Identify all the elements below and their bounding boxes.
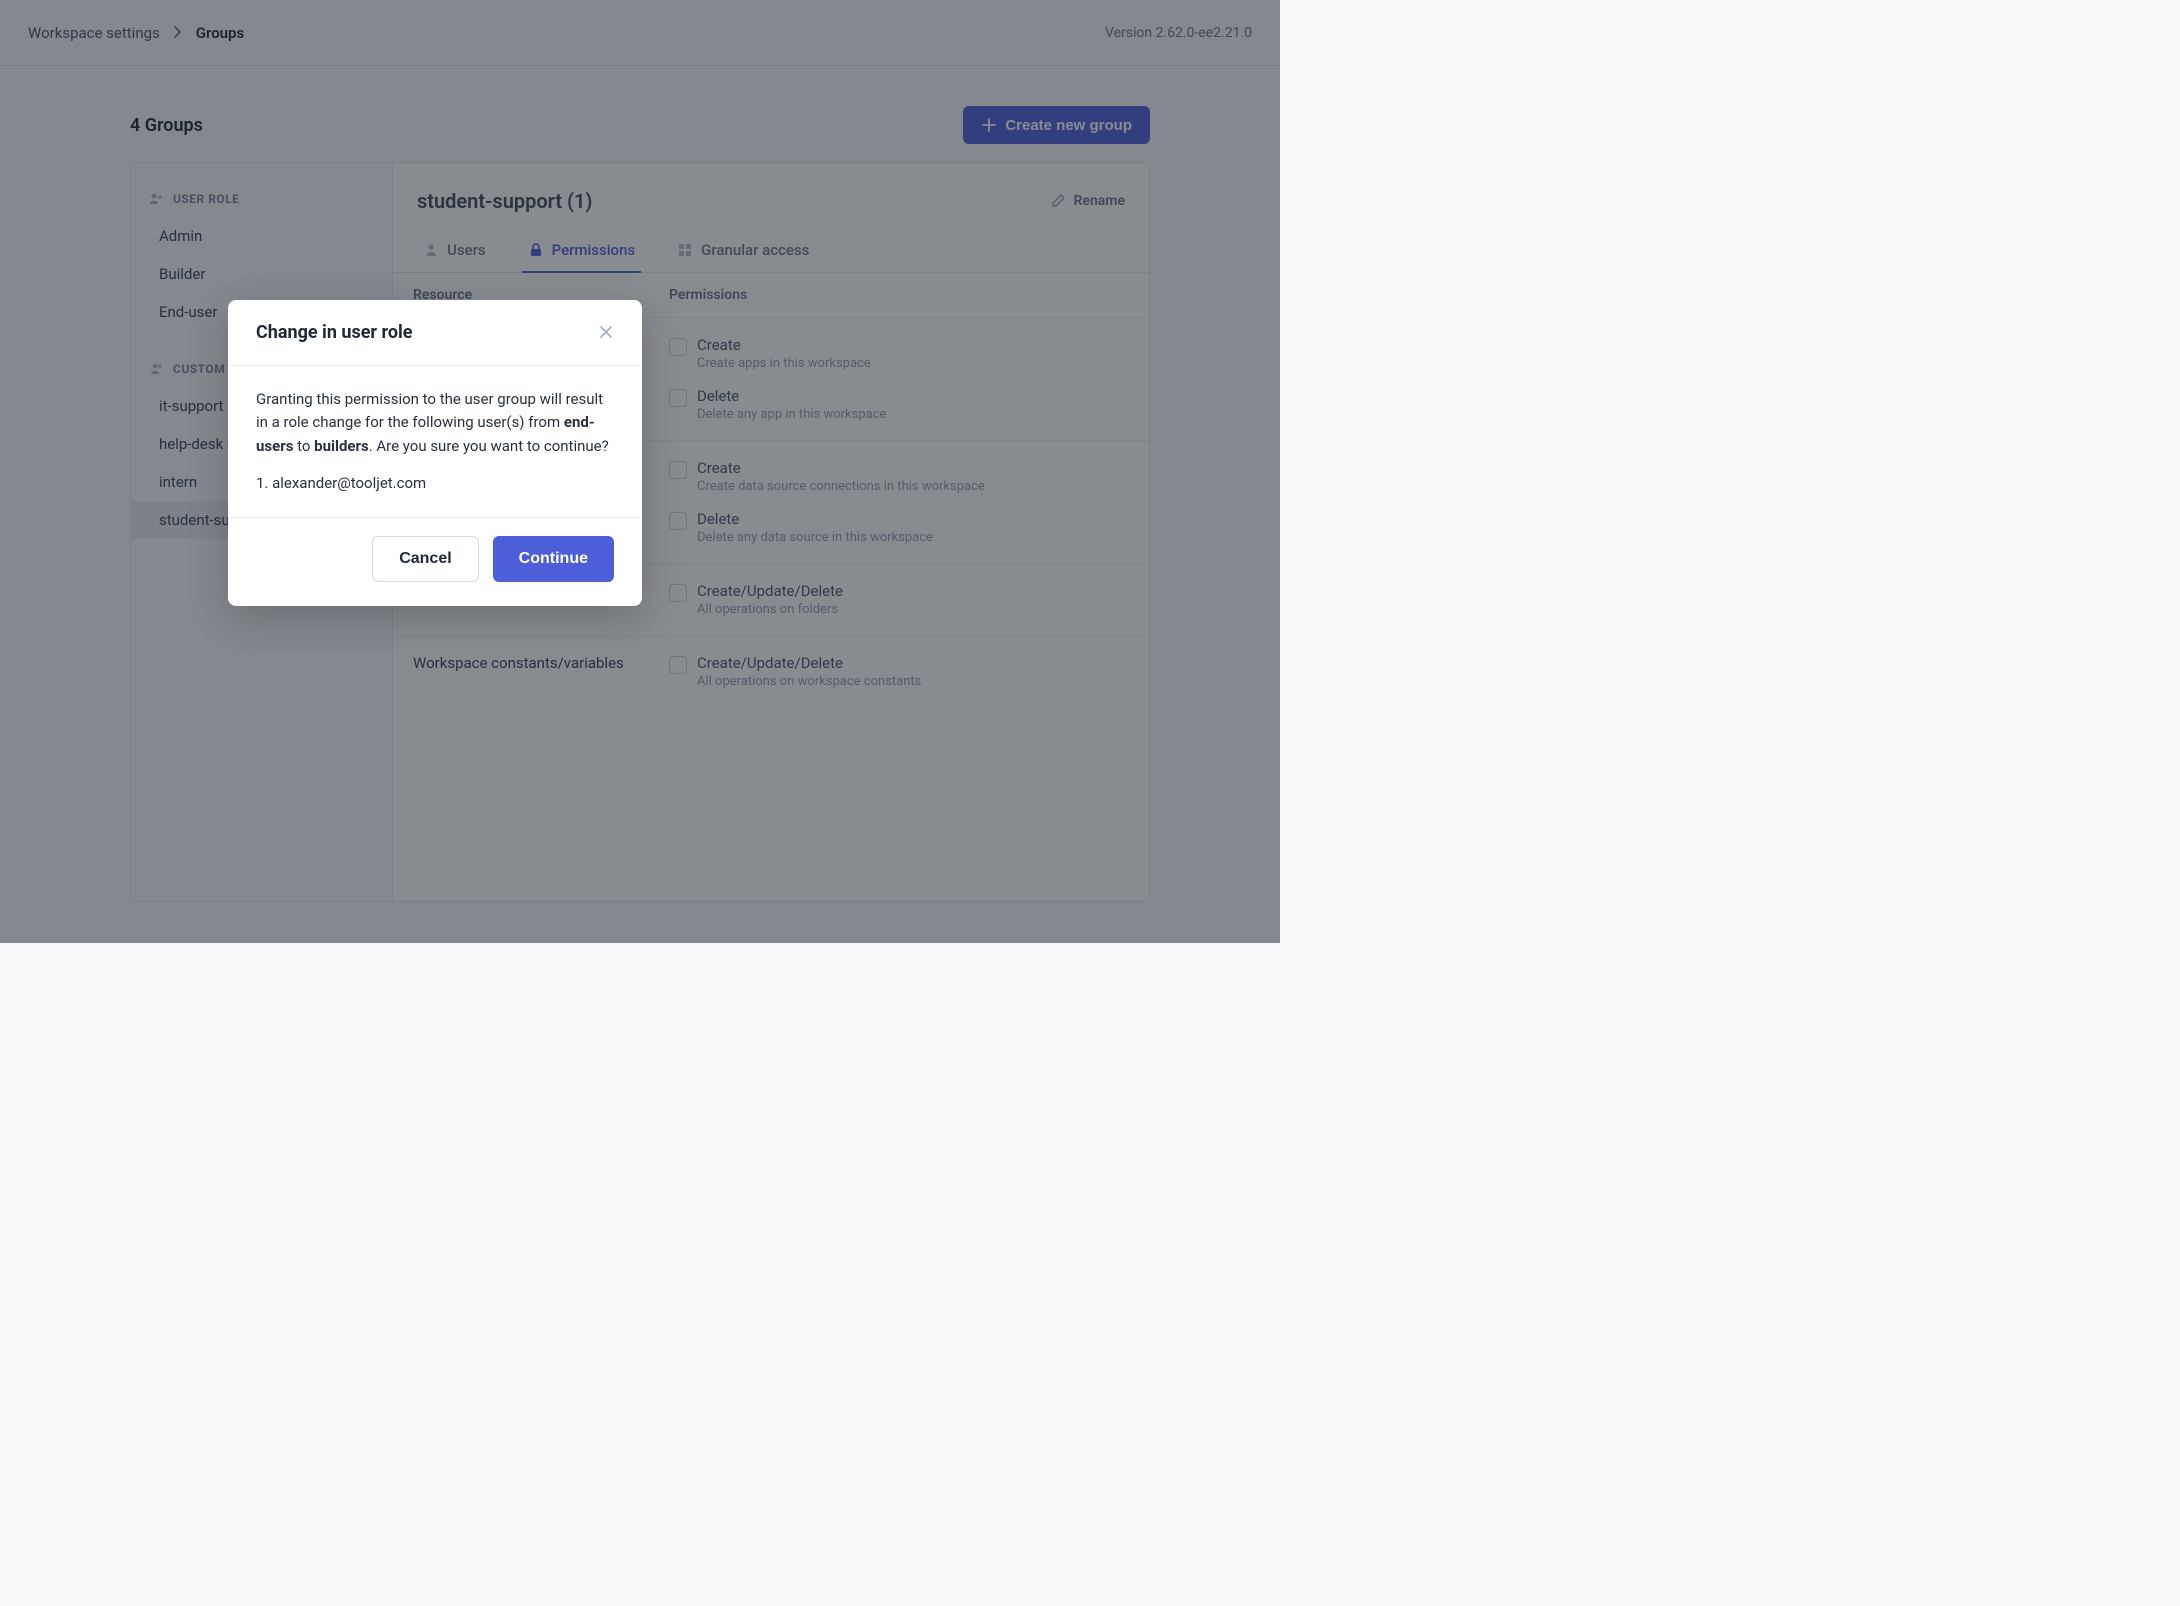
modal-overlay[interactable]: Change in user role Granting this permis… [0,0,1280,943]
modal-text: Granting this permission to the user gro… [256,390,603,431]
modal-text: to [293,437,314,455]
role-change-modal: Change in user role Granting this permis… [228,300,642,606]
modal-body: Granting this permission to the user gro… [228,366,642,517]
modal-title: Change in user role [256,322,412,343]
cancel-button[interactable]: Cancel [372,536,478,582]
modal-user-list: 1. alexander@tooljet.com [256,472,614,495]
modal-to-role: builders [314,437,369,455]
modal-text: . Are you sure you want to continue? [369,437,609,455]
close-icon[interactable] [598,323,614,343]
continue-button[interactable]: Continue [493,536,614,582]
